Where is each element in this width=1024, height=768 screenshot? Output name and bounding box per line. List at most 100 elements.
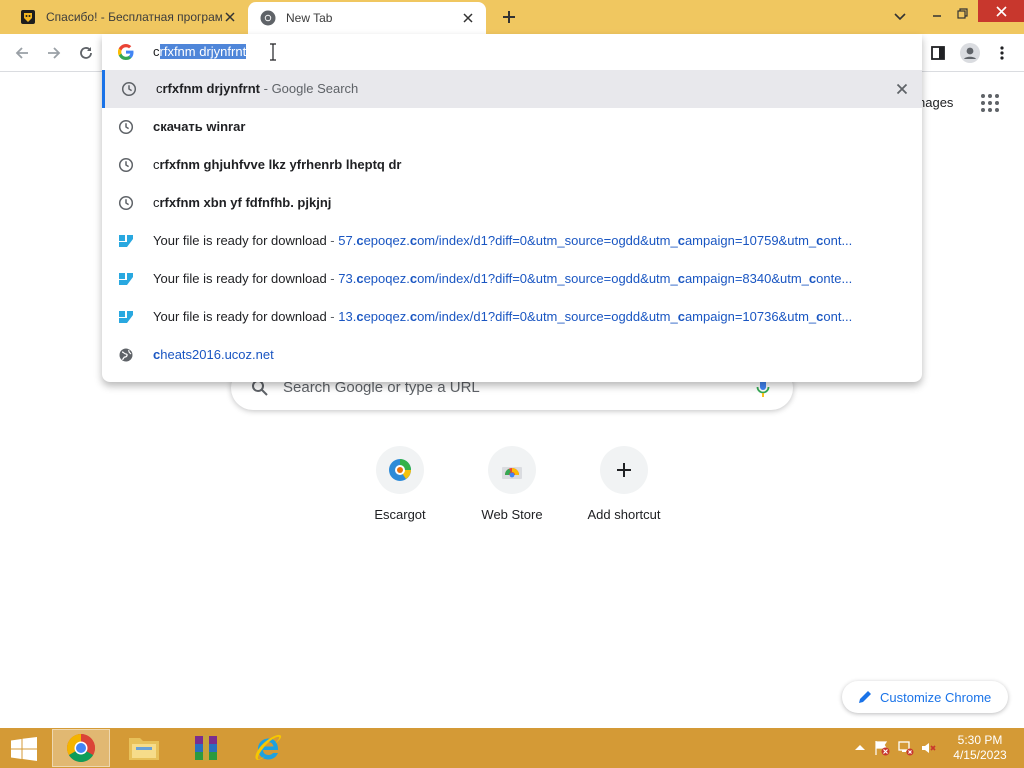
shortcut-web-store[interactable]: Web Store (456, 442, 568, 532)
url-match: c (356, 309, 364, 324)
suggestion-separator: - (260, 81, 272, 96)
url-match: c (677, 233, 685, 248)
suggestion-item[interactable]: Your file is ready for download - 57.cep… (102, 222, 922, 260)
shortcut-escargot[interactable]: Escargot (344, 442, 456, 532)
url-part: om/index/d1?diff=0&utm_source=ogdd&utm_ (417, 271, 678, 286)
file-explorer-icon (129, 738, 159, 760)
action-center-flag-icon[interactable] (874, 740, 890, 756)
network-icon[interactable] (898, 740, 914, 756)
tab-thanks[interactable]: Спасибо! - Бесплатная програм (8, 0, 248, 34)
close-tab-icon[interactable] (460, 10, 476, 26)
close-tab-icon[interactable] (222, 9, 238, 25)
taskbar-winrar[interactable] (177, 729, 235, 767)
suggestion-title: Your file is ready for download (153, 271, 327, 286)
shortcut-label: Add shortcut (587, 507, 661, 522)
clock-date: 4/15/2023 (953, 748, 1007, 762)
shortcut-label: Escargot (374, 507, 426, 522)
volume-muted-icon[interactable] (920, 740, 936, 756)
arrow-left-icon (15, 47, 28, 59)
url-match: c (409, 233, 418, 248)
suggestion-url: cheats2016.ucoz.net (153, 347, 274, 362)
suggestion-item[interactable]: Your file is ready for download - 73.cep… (102, 260, 922, 298)
url-part: epoqez. (363, 271, 410, 286)
google-g-icon (118, 44, 134, 60)
history-clock-icon (121, 81, 137, 97)
chrome-icon (260, 10, 276, 26)
tab-search-button[interactable] (886, 4, 914, 30)
winrar-icon (195, 735, 217, 761)
suggestion-subtext: Google Search (271, 81, 359, 96)
suggestion-match: rfxfnm drjynfrnt (162, 81, 261, 96)
suggestion-match: rfxfnm ghjuhfvve lkz yfrhenrb lheptq dr (159, 157, 402, 172)
chevron-down-icon (894, 13, 906, 21)
close-window-button[interactable] (978, 0, 1024, 22)
suggestion-item[interactable]: Your file is ready for download - 13.cep… (102, 298, 922, 336)
history-clock-icon (118, 119, 134, 135)
suggestion-match: скачать winrar (153, 119, 246, 134)
clock-time: 5:30 PM (957, 733, 1003, 747)
url-part: om/index/d1?diff=0&utm_source=ogdd&utm_ (417, 309, 678, 324)
shortcut-label: Web Store (481, 507, 543, 522)
url-part: epoqez. (363, 233, 410, 248)
suggestion-url: 73.cepoqez.com/index/d1?diff=0&utm_sourc… (338, 271, 852, 286)
url-match: c (677, 271, 685, 286)
history-clock-icon (118, 195, 134, 211)
pencil-icon (859, 691, 871, 703)
url-match: c (677, 309, 685, 324)
site-favicon-icon (21, 10, 35, 24)
profile-button[interactable] (960, 43, 980, 63)
minimize-icon (933, 15, 941, 17)
taskbar: 5:30 PM 4/15/2023 (0, 728, 1024, 768)
restore-icon (956, 7, 968, 19)
suggestion-match: rfxfnm xbn yf fdfnfhb. pjkjnj (159, 195, 332, 210)
remove-suggestion-icon[interactable] (894, 81, 910, 97)
suggestion-item[interactable]: crfxfnm drjynfrnt - Google Search (102, 70, 922, 108)
omnibox-input[interactable]: crfxfnm drjynfrnt (102, 34, 922, 70)
customize-chrome-button[interactable]: Customize Chrome (842, 681, 1008, 713)
suggestion-item[interactable]: crfxfnm xbn yf fdfnfhb. pjkjnj (102, 184, 922, 222)
url-part: ampaign=8340&utm_ (684, 271, 809, 286)
reload-button[interactable] (76, 43, 96, 63)
suggestion-title: Your file is ready for download (153, 233, 327, 248)
start-button[interactable] (6, 734, 42, 764)
new-tab-button[interactable] (498, 6, 520, 28)
customize-label: Customize Chrome (880, 689, 992, 705)
side-panel-icon (931, 46, 945, 60)
google-apps-button[interactable] (980, 93, 1000, 113)
url-part: onte... (816, 271, 853, 286)
suggestion-item[interactable]: скачать winrar (102, 108, 922, 146)
windows-logo-icon (11, 737, 37, 761)
avatar-icon (960, 43, 980, 63)
suggestion-separator: - (326, 271, 339, 286)
back-button[interactable] (12, 43, 32, 63)
apps-grid-icon (981, 94, 999, 112)
omnibox-dropdown: crfxfnm drjynfrnt crfxfnm drjynfrnt - Go… (102, 34, 922, 382)
site-favicon-icon (119, 311, 133, 323)
add-shortcut-button[interactable]: Add shortcut (568, 442, 680, 532)
tab-new-tab[interactable]: New Tab (248, 2, 486, 34)
restore-button[interactable] (950, 0, 974, 26)
suggestion-item[interactable]: cheats2016.ucoz.net (102, 336, 922, 374)
tab-title: New Tab (286, 11, 333, 25)
url-match: c (356, 271, 364, 286)
url-part: epoqez. (363, 309, 410, 324)
taskbar-file-explorer[interactable] (115, 729, 173, 767)
taskbar-internet-explorer[interactable] (239, 729, 297, 767)
minimize-button[interactable] (926, 0, 948, 26)
images-link[interactable]: nages (918, 95, 953, 110)
url-part: ont... (823, 233, 853, 248)
chevron-up-icon[interactable] (852, 740, 868, 756)
close-icon (995, 5, 1007, 17)
side-panel-button[interactable] (928, 43, 948, 63)
url-part: 13. (338, 309, 357, 324)
suggestion-item[interactable]: crfxfnm ghjuhfvve lkz yfrhenrb lheptq dr (102, 146, 922, 184)
history-clock-icon (118, 157, 134, 173)
url-match: c (409, 271, 418, 286)
forward-button[interactable] (44, 43, 64, 63)
system-clock[interactable]: 5:30 PM 4/15/2023 (944, 733, 1016, 763)
text-cursor-icon (270, 43, 276, 61)
taskbar-chrome[interactable] (52, 729, 110, 767)
plus-icon (617, 463, 631, 477)
url-part: 73. (338, 271, 357, 286)
chrome-menu-button[interactable] (992, 43, 1012, 63)
